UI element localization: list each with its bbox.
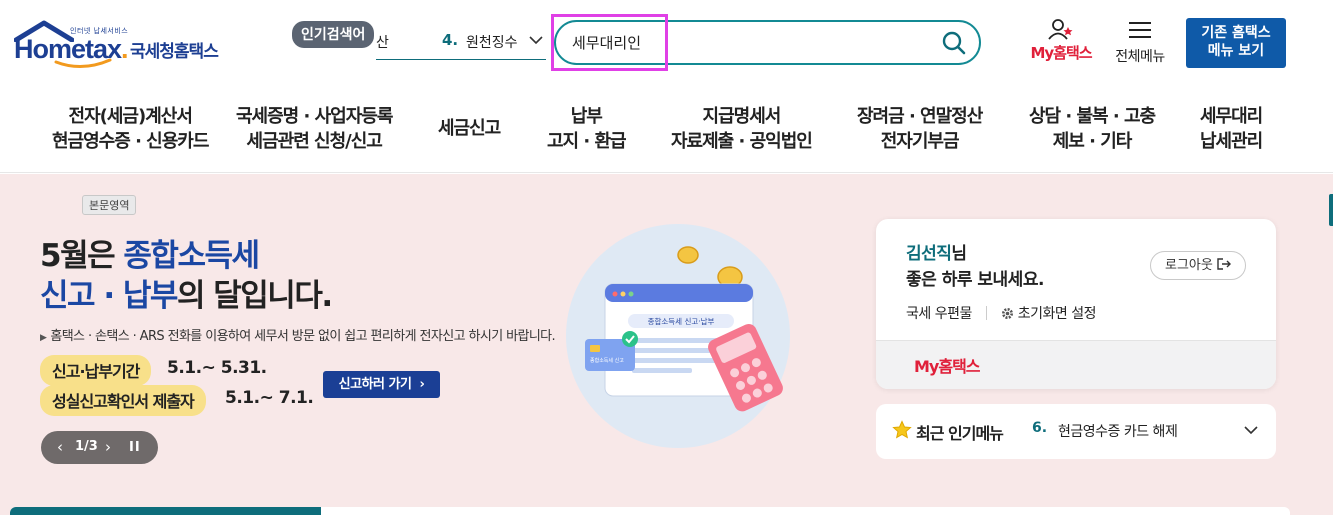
nav-item-consultation[interactable]: 상담 · 불복 · 고충 제보 · 기타 (1029, 104, 1156, 154)
slide-counter: 1/3 (75, 439, 98, 454)
search-box (554, 20, 981, 65)
my-hometax-label: My홈택스 (1030, 44, 1092, 62)
filing-period-label: 신고·납부기간 (40, 355, 152, 386)
nav-item-e-invoice[interactable]: 전자(세금)계산서 현금영수증 · 신용카드 (52, 104, 209, 154)
legacy-button-line2: 메뉴 보기 (1207, 43, 1265, 59)
recent-menu-title: 최근 인기메뉴 (916, 424, 1004, 443)
nav-item-incentives[interactable]: 장려금 · 연말정산 전자기부금 (857, 104, 983, 154)
nav-item-payment[interactable]: 납부 고지 · 환급 (547, 104, 627, 154)
user-greeting-name: 김선직님 (906, 239, 967, 264)
filing-period-date: 5.1.~ 5.31. (167, 358, 267, 378)
main-content-tag: 본문영역 (82, 195, 137, 215)
logo-swoosh-icon (54, 58, 112, 68)
star-icon (892, 420, 912, 439)
logout-label: 로그아웃 (1165, 258, 1213, 273)
logo-korean-name: 국세청홈택스 (130, 42, 219, 62)
go-file-button[interactable]: 신고하러 가기 › (323, 371, 440, 398)
home-settings-link[interactable]: 초기화면 설정 (1018, 306, 1097, 322)
user-card-footer: My홈택스 (876, 340, 1276, 389)
hometax-logo[interactable]: 인터넷 납세서비스 Hometax. 국세청홈택스 (14, 20, 229, 70)
main-nav: 전자(세금)계산서 현금영수증 · 신용카드 국세증명 · 사업자등록 세금관련… (0, 88, 1333, 173)
user-star-icon (1048, 19, 1073, 40)
logout-icon (1217, 258, 1231, 270)
popular-search-prev-text: 산 (376, 35, 389, 51)
user-name: 김선직 (906, 244, 952, 264)
popular-search-badge: 인기검색어 (292, 21, 375, 48)
recent-menu-item[interactable]: 현금영수증 카드 해제 (1058, 421, 1218, 441)
my-hometax-link[interactable]: My홈택스 (914, 353, 981, 377)
hero-description-text: 홈택스 · 손택스 · ARS 전화를 이용하여 세무서 방문 없이 쉽고 편리… (50, 329, 556, 344)
nav-item-payment-statements[interactable]: 지급명세서 자료제출 · 공익법인 (671, 104, 813, 154)
nav-label: 국세증명 · 사업자등록 (236, 106, 393, 127)
popular-search-ticker[interactable]: 산 4. 원천징수 (376, 24, 546, 60)
nav-label: 세금관련 신청/신고 (246, 131, 383, 152)
nav-label: 세무대리 (1200, 106, 1263, 127)
nav-label: 전자기부금 (880, 131, 960, 152)
nav-item-tax-filing[interactable]: 세금신고 (438, 116, 501, 141)
logout-button[interactable]: 로그아웃 (1150, 251, 1246, 280)
chevron-right-icon: › (415, 377, 425, 392)
user-card: 김선직님 좋은 하루 보내세요. 로그아웃 국세 우편물 초기화면 설정 My홈… (876, 219, 1276, 389)
nav-label: 납부 (570, 106, 603, 127)
text-cursor (667, 34, 668, 54)
side-quick-tab[interactable] (1329, 194, 1333, 226)
nav-label: 납세관리 (1200, 131, 1263, 152)
user-honorific: 님 (951, 244, 967, 264)
nav-label: 세금신고 (438, 118, 501, 139)
slide-next-button[interactable]: › (105, 438, 111, 456)
nav-label: 상담 · 불복 · 고충 (1029, 106, 1156, 127)
popular-search-rank: 4. (442, 31, 459, 49)
sincere-filing-label: 성실신고확인서 제출자 (40, 385, 206, 416)
chevron-down-icon[interactable] (528, 34, 544, 46)
tax-mail-link[interactable]: 국세 우편물 (906, 306, 972, 322)
divider (985, 306, 987, 320)
nav-label: 전자(세금)계산서 (68, 106, 193, 127)
nav-label: 현금영수증 · 신용카드 (52, 131, 209, 152)
hero-title-post: 의 달입니다. (176, 278, 333, 314)
go-file-label: 신고하러 가기 (338, 377, 412, 392)
nav-label: 지급명세서 (702, 106, 782, 127)
nav-label: 장려금 · 연말정산 (857, 106, 983, 127)
all-menu-button[interactable]: 전체메뉴 (1108, 20, 1172, 66)
hero-banner: 본문영역 5월은 종합소득세 신고 · 납부의 달입니다. ▶ 홈택스 · 손택스… (0, 174, 1333, 515)
search-input[interactable] (572, 30, 932, 55)
search-icon[interactable] (941, 30, 967, 56)
legacy-button-line1: 기존 홈택스 (1201, 25, 1271, 41)
nav-label: 자료제출 · 공익법인 (671, 131, 813, 152)
bottom-tab-bar (10, 507, 1290, 515)
hero-title-pre: 5월은 (40, 238, 124, 274)
bottom-tab-active[interactable] (10, 507, 321, 515)
hero-illustration: 종합소득세 신고·납부 종합소득세 신고 (560, 214, 800, 454)
header: 인터넷 납세서비스 Hometax. 국세청홈택스 인기검색어 산 4. 원천징… (0, 0, 1333, 88)
nav-label: 제보 · 기타 (1052, 131, 1133, 152)
recent-popular-menu: 최근 인기메뉴 6. 현금영수증 카드 해제 (876, 404, 1276, 459)
popular-search-item[interactable]: 원천징수 (466, 32, 518, 52)
tax-filing-illustration-icon: 종합소득세 신고·납부 종합소득세 신고 (566, 224, 790, 448)
hamburger-menu-icon (1129, 22, 1151, 38)
my-hometax-button[interactable]: My홈택스 (1030, 18, 1093, 80)
sincere-filing-date: 5.1.~ 7.1. (225, 388, 314, 408)
all-menu-label: 전체메뉴 (1115, 49, 1165, 65)
slide-prev-button[interactable]: ‹ (57, 438, 63, 456)
chevron-down-icon[interactable] (1243, 424, 1259, 436)
user-links: 국세 우편물 초기화면 설정 (906, 303, 1096, 323)
nav-item-tax-agent[interactable]: 세무대리 납세관리 (1200, 104, 1263, 154)
slide-pause-button[interactable]: II (129, 440, 141, 455)
greeting-text: 좋은 하루 보내세요. (906, 270, 1044, 290)
recent-menu-rank: 6. (1032, 420, 1048, 436)
nav-label: 고지 · 환급 (547, 131, 627, 152)
nav-item-certificates[interactable]: 국세증명 · 사업자등록 세금관련 신청/신고 (236, 104, 393, 154)
hero-title-highlight-1: 종합소득세 (123, 238, 260, 274)
gear-icon (1001, 308, 1013, 319)
legacy-hometax-button[interactable]: 기존 홈택스 메뉴 보기 (1186, 18, 1286, 68)
illustration-card-label: 종합소득세 신고 (590, 357, 624, 364)
hero-title: 5월은 종합소득세 신고 · 납부의 달입니다. (40, 236, 333, 316)
illustration-window-label: 종합소득세 신고·납부 (648, 317, 715, 326)
hero-title-highlight-2: 신고 · 납부 (40, 278, 178, 314)
slide-controls: ‹ 1/3 › II (41, 431, 158, 464)
triangle-bullet-icon: ▶ (40, 333, 47, 343)
hero-description: ▶ 홈택스 · 손택스 · ARS 전화를 이용하여 세무서 방문 없이 쉽고 편… (40, 325, 556, 344)
